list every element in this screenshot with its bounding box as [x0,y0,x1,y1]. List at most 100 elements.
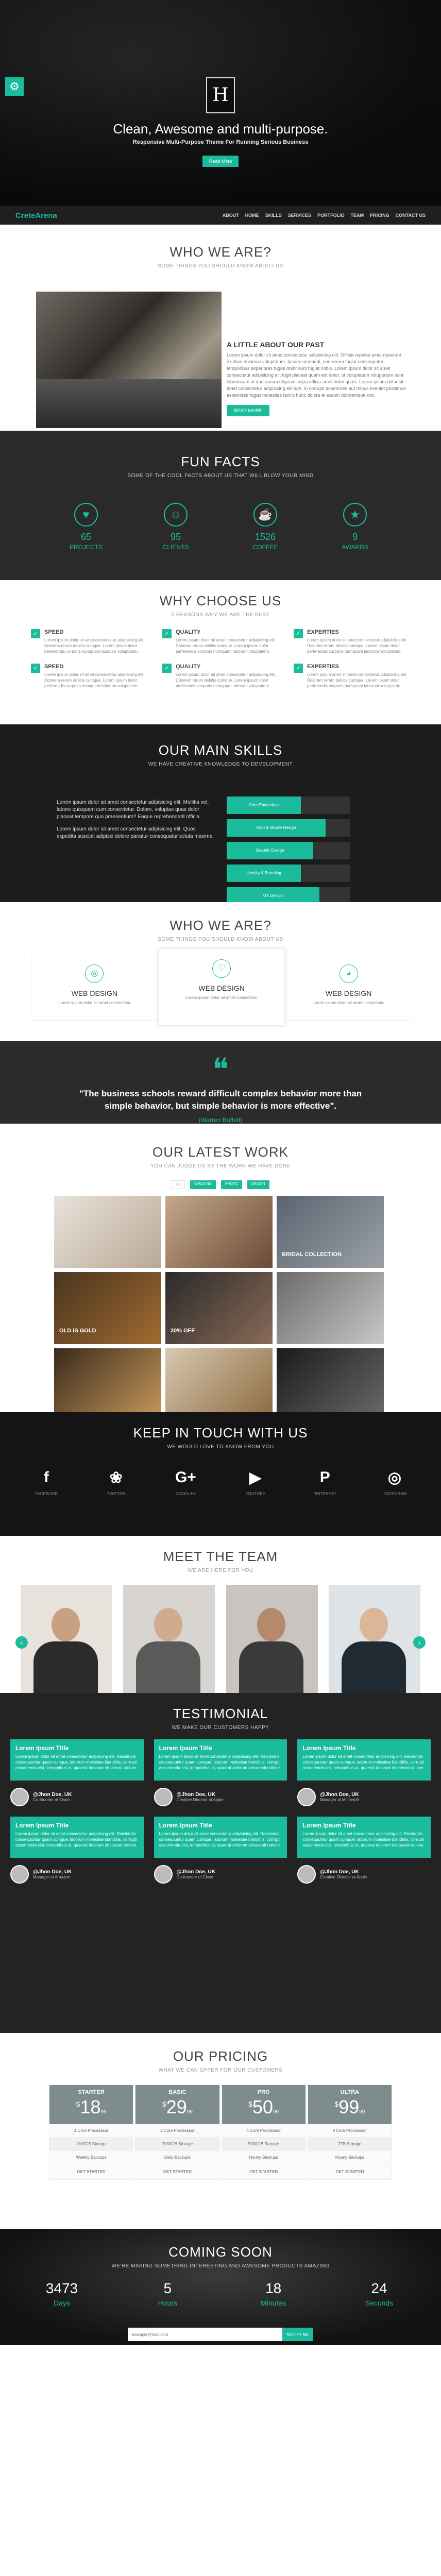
service-card: ♡ WEB DESIGN Lorem ipsum dolor sit amet co… [158,948,285,1026]
read-more-button[interactable]: Read More [202,156,239,167]
service-text: Lorem ipsum dolor sit amet consectetur [58,1001,131,1005]
portfolio-item[interactable] [165,1348,273,1412]
currency-symbol: $ [248,2100,252,2108]
chevron-right-icon[interactable]: › [413,1636,426,1649]
coffee-icon: ☕ [253,503,277,527]
nav-item-pricing[interactable]: PRICING [370,213,389,218]
avatar [10,1788,29,1806]
team-member-photo[interactable] [226,1585,318,1693]
social-link-pinterest[interactable]: P PINTEREST [299,1469,351,1496]
countdown-unit: 18 Minutes [243,2280,304,2307]
filter-photo[interactable]: PHOTO [221,1180,242,1189]
nav-item-skills[interactable]: SKILLS [265,213,282,218]
about-read-more-button[interactable]: READ MORE [227,405,269,416]
testimonial-card: Lorem Ipsum Title Lorem ipsum dolor sit a… [10,1817,144,1884]
avatar [10,1865,29,1884]
social-link-twitter[interactable]: ❀ TWITTER [90,1469,142,1496]
team-member-photo[interactable] [21,1585,112,1693]
nav-item-contact-us[interactable]: CONTACT US [396,213,426,218]
about-paragraph: Lorem ipsum dolor sit amet consectetur a… [227,352,406,398]
portfolio-item[interactable] [277,1348,384,1412]
nav-item-portfolio[interactable]: PORTFOLIO [317,213,345,218]
chevron-left-icon[interactable]: ‹ [15,1636,28,1649]
gear-icon[interactable]: ⚙ [5,77,24,96]
reason-text: Lorem ipsum dolor sit amet consectetur a… [44,638,145,654]
nav-item-services[interactable]: SERVICES [288,213,311,218]
section-title: COMING SOON [168,2244,273,2260]
plan-feature: 1 Core Processsor [49,2124,133,2138]
reasons-grid: ✓ SPEED Lorem ipsum dolor sit amet consect… [31,629,412,689]
portfolio-item[interactable] [54,1196,161,1268]
fact-label: COFFEE [252,544,278,551]
filter-all[interactable]: All [172,1180,185,1189]
section-title: WHY CHOOSE US [159,593,282,608]
reason-item: ✓ EXPERTIES Lorem ipsum dolor sit amet con… [294,664,412,689]
team-section: MEET THE TEAM WE ARE HERE FOR YOU ‹ › [0,1536,441,1693]
skill-bar-fill: Web & Mobile Design [227,819,326,837]
facts-row: ♥ 65 PROJECTS ☺ 95 CLIENTS ☕ 1526 COFFEE ★ 9 AWARDS [0,503,441,551]
fact-item: ★ 9 AWARDS [324,503,386,551]
team-member-photo[interactable] [123,1585,215,1693]
pricing-plan: STARTER $1899 1 Core Processsor 1000GB Stor… [49,2084,134,2180]
portfolio-item[interactable] [165,1196,273,1268]
skill-bar: Core Photoshop [227,796,350,814]
testimonial-text: Lorem ipsum dolor sit amet consectetur a… [159,1832,281,1848]
portfolio-item[interactable]: OLD IS GOLD [54,1272,161,1344]
team-member-photo[interactable] [328,1585,420,1693]
author-role: Co-founder of Cisco [33,1798,70,1802]
author-role: Manager at Amazon [33,1875,70,1879]
author-info: @Jhon Doe, UK Co-founder of Cisco [33,1792,72,1802]
author-name: @Jhon Doe, UK [33,1792,72,1798]
author-role: Co-founder of Cisco [176,1875,213,1879]
get-started-button[interactable]: GET STARTED [49,2164,133,2179]
plan-feature: 2000GB Storage [135,2138,219,2151]
get-started-button[interactable]: GET STARTED [135,2164,219,2179]
pricing-section: OUR PRICING WHAT WE CAN OFFER FOR OUR CU… [0,2033,441,2229]
portfolio-filters: All WEDDING PHOTO DESIGN [0,1180,441,1189]
nav-item-home[interactable]: HOME [245,213,259,218]
youtube-icon: ▶ [249,1469,262,1486]
reason-title: EXPERTIES [307,629,339,635]
social-link-facebook[interactable]: f FACEBOOK [21,1469,72,1496]
portfolio-item[interactable]: 20% OFF [165,1272,273,1344]
author-role: Manager at Microsoft [320,1798,359,1802]
reason-item: ✓ EXPERTIES Lorem ipsum dolor sit amet con… [294,629,412,654]
testimonial-title: Lorem Ipsum Title [15,1822,69,1829]
quote-section: ❝ "The business schools reward difficult… [0,1041,441,1124]
portfolio-item[interactable]: BRIDAL COLLECTION [277,1196,384,1268]
plan-header: ULTRA $9999 [308,2085,392,2124]
pricing-table: STARTER $1899 1 Core Processsor 1000GB Stor… [49,2084,392,2180]
countdown-label: Hours [158,2299,177,2307]
reason-text: Lorem ipsum dolor sit amet consectetur a… [307,672,408,688]
plan-feature: Hourly Backups [308,2151,392,2164]
plan-header: BASIC $2999 [135,2085,219,2124]
plan-feature: 2TB Storage [308,2138,392,2151]
social-link-google-plus[interactable]: G+ GOOGLE+ [160,1469,211,1496]
section-title: WHO WE ARE? [169,918,272,933]
heart-icon: ♥ [74,503,98,527]
social-link-youtube[interactable]: ▶ YOUTUBE [230,1469,281,1496]
hero-section: ⚙ H Clean, Awesome and multi-purpose. Re… [0,0,441,206]
notify-button[interactable]: NOTIFY ME [282,2328,313,2341]
plan-feature: Weekly Backups [49,2151,133,2164]
filter-design[interactable]: DESIGN [247,1180,269,1189]
reason-title: EXPERTIES [307,664,339,670]
social-label: YOUTUBE [245,1492,265,1496]
portfolio-item[interactable] [277,1272,384,1344]
reason-title: SPEED [44,629,64,635]
get-started-button[interactable]: GET STARTED [308,2164,392,2179]
filter-wedding[interactable]: WEDDING [190,1180,216,1189]
nav-item-team[interactable]: TEAM [351,213,364,218]
countdown-value: 24 [371,2280,387,2296]
nav-item-about[interactable]: ABOUT [223,213,239,218]
email-field[interactable] [128,2328,282,2341]
reason-title: QUALITY [176,629,201,635]
plan-price: $9999 [308,2096,392,2118]
brand-logo[interactable]: CreteArena [15,211,57,220]
price-value: 99 [338,2096,360,2117]
portfolio-item[interactable] [54,1348,161,1412]
get-started-button[interactable]: GET STARTED [222,2164,306,2179]
countdown-unit: 5 Hours [137,2280,198,2307]
team-carousel [21,1585,420,1693]
social-link-instagram[interactable]: ◎ INSTAGRAM [369,1469,420,1496]
